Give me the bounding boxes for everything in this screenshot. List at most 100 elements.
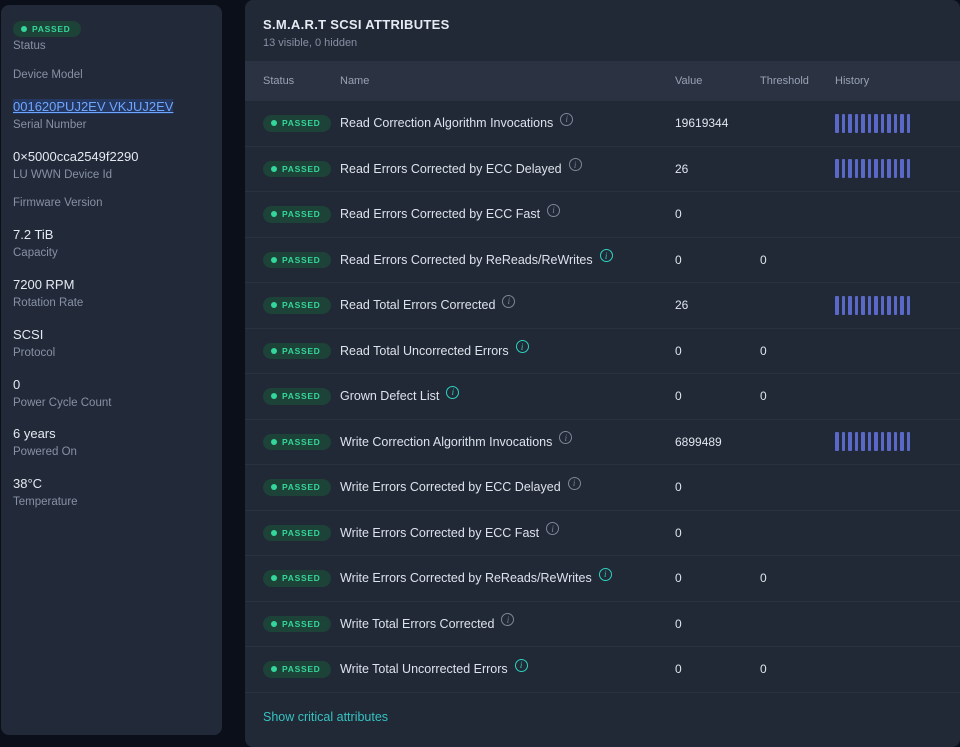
history-bar bbox=[854, 432, 858, 452]
sidebar-field-label: Temperature bbox=[13, 496, 78, 509]
history-bar bbox=[906, 295, 910, 315]
info-icon[interactable]: i bbox=[599, 249, 613, 263]
info-icon[interactable]: i bbox=[567, 476, 581, 490]
attribute-row-read-errors-corrected-by-ecc-fast[interactable]: PASSED Read Errors Corrected by ECC Fast i… bbox=[245, 192, 960, 238]
row-name-cell: Read Errors Corrected by ECC Fast i bbox=[340, 203, 675, 221]
attribute-row-write-errors-corrected-by-rereads-rewrites[interactable]: PASSED Write Errors Corrected by ReReads/… bbox=[245, 556, 960, 602]
info-icon[interactable]: i bbox=[546, 522, 560, 536]
status-dot-icon bbox=[271, 256, 277, 263]
status-badge-label: PASSED bbox=[282, 300, 321, 310]
attribute-row-read-errors-corrected-by-rereads-rewrites[interactable]: PASSED Read Errors Corrected by ReReads/R… bbox=[245, 238, 960, 283]
row-status-cell: PASSED bbox=[263, 160, 340, 177]
info-icon[interactable]: i bbox=[560, 112, 574, 126]
attribute-name: Write Correction Algorithm Invocations bbox=[340, 434, 553, 449]
attribute-name: Read Errors Corrected by ECC Delayed bbox=[340, 161, 562, 176]
sidebar-field-value: SCSI bbox=[13, 326, 44, 342]
info-icon[interactable]: i bbox=[502, 294, 516, 308]
attribute-name: Read Errors Corrected by ReReads/ReWrite… bbox=[340, 252, 593, 267]
info-icon[interactable]: i bbox=[568, 158, 582, 172]
row-status-cell: PASSED bbox=[263, 342, 340, 359]
sidebar-field-device-model: Device Model bbox=[13, 69, 210, 83]
attribute-value: 0 bbox=[675, 525, 682, 540]
status-badge-label: PASSED bbox=[282, 391, 321, 401]
history-bar bbox=[841, 295, 845, 315]
attribute-history-cell bbox=[835, 159, 942, 179]
history-bar bbox=[874, 432, 878, 452]
status-dot-icon bbox=[271, 575, 277, 582]
history-sparkline bbox=[835, 113, 910, 133]
history-bar bbox=[861, 432, 865, 452]
passed-status-badge: PASSED bbox=[263, 570, 331, 587]
attribute-value: 26 bbox=[675, 161, 689, 176]
attribute-row-read-total-errors-corrected[interactable]: PASSED Read Total Errors Corrected i 26 bbox=[245, 283, 960, 329]
attribute-name: Write Errors Corrected by ReReads/ReWrit… bbox=[340, 571, 592, 586]
sidebar-field-label: Capacity bbox=[13, 247, 58, 260]
row-name-cell: Write Errors Corrected by ECC Delayed i bbox=[340, 476, 675, 494]
show-critical-attributes-link[interactable]: Show critical attributes bbox=[263, 710, 388, 724]
row-status-cell: PASSED bbox=[263, 524, 340, 541]
status-dot-icon bbox=[271, 484, 277, 491]
attribute-value: 0 bbox=[675, 571, 682, 586]
sidebar-field-label: Firmware Version bbox=[13, 197, 103, 210]
row-name-cell: Write Total Uncorrected Errors i bbox=[340, 658, 675, 676]
info-icon[interactable]: i bbox=[515, 340, 529, 354]
info-icon[interactable]: i bbox=[446, 385, 460, 399]
history-bar bbox=[874, 159, 878, 179]
history-bar bbox=[841, 432, 845, 452]
attribute-row-read-correction-algorithm-invocations[interactable]: PASSED Read Correction Algorithm Invocati… bbox=[245, 101, 960, 147]
attribute-row-read-errors-corrected-by-ecc-delayed[interactable]: PASSED Read Errors Corrected by ECC Delay… bbox=[245, 147, 960, 192]
sidebar-field-value[interactable]: 001620PUJ2EV VKJUJ2EV bbox=[13, 98, 174, 114]
status-dot-icon bbox=[271, 347, 277, 354]
attribute-row-write-errors-corrected-by-ecc-fast[interactable]: PASSED Write Errors Corrected by ECC Fast… bbox=[245, 511, 960, 556]
device-details-sidebar: PASSED Status Device Model 001620PUJ2EV VKJ… bbox=[1, 5, 222, 735]
history-bar bbox=[861, 113, 865, 133]
row-name-cell: Write Correction Algorithm Invocations i bbox=[340, 431, 675, 449]
status-dot-icon bbox=[271, 393, 277, 400]
attribute-threshold: 0 bbox=[760, 343, 767, 358]
attributes-table-body: PASSED Read Correction Algorithm Invocati… bbox=[245, 101, 960, 693]
attribute-value: 0 bbox=[675, 480, 682, 495]
info-icon[interactable]: i bbox=[547, 203, 561, 217]
attribute-row-write-errors-corrected-by-ecc-delayed[interactable]: PASSED Write Errors Corrected by ECC Dela… bbox=[245, 465, 960, 511]
history-bar bbox=[906, 159, 910, 179]
history-bar bbox=[900, 295, 904, 315]
column-header-history: History bbox=[835, 75, 870, 87]
history-bar bbox=[854, 159, 858, 179]
column-header-status: Status bbox=[263, 75, 295, 87]
attribute-value: 19619344 bbox=[675, 116, 729, 131]
history-bar bbox=[835, 295, 839, 315]
status-badge-label: PASSED bbox=[282, 482, 321, 492]
info-icon[interactable]: i bbox=[501, 613, 515, 627]
attribute-history-cell bbox=[835, 113, 942, 133]
history-bar bbox=[874, 295, 878, 315]
card-header: S.M.A.R.T SCSI ATTRIBUTES 13 visible, 0 … bbox=[245, 0, 960, 61]
attribute-row-write-correction-algorithm-invocations[interactable]: PASSED Write Correction Algorithm Invocat… bbox=[245, 420, 960, 465]
attribute-name: Grown Defect List bbox=[340, 389, 440, 404]
history-bar bbox=[841, 113, 845, 133]
info-icon[interactable]: i bbox=[514, 658, 528, 672]
history-bar bbox=[887, 432, 891, 452]
attribute-threshold: 0 bbox=[760, 252, 767, 267]
history-bar bbox=[880, 159, 884, 179]
history-bar bbox=[893, 295, 897, 315]
attribute-history-cell bbox=[835, 295, 942, 315]
attribute-row-read-total-uncorrected-errors[interactable]: PASSED Read Total Uncorrected Errors i 0 0 bbox=[245, 329, 960, 374]
history-bar bbox=[867, 295, 871, 315]
status-dot-icon bbox=[271, 620, 277, 627]
sidebar-field-value: 7.2 TiB bbox=[13, 227, 54, 243]
attribute-row-grown-defect-list[interactable]: PASSED Grown Defect List i 0 0 bbox=[245, 374, 960, 420]
status-dot-icon bbox=[271, 302, 277, 309]
attribute-row-write-total-uncorrected-errors[interactable]: PASSED Write Total Uncorrected Errors i 0 0 bbox=[245, 647, 960, 693]
info-icon[interactable]: i bbox=[598, 567, 612, 581]
passed-status-badge: PASSED bbox=[263, 388, 331, 405]
row-name-cell: Read Total Uncorrected Errors i bbox=[340, 340, 675, 358]
passed-status-badge: PASSED bbox=[263, 115, 331, 132]
passed-status-badge: PASSED bbox=[263, 479, 331, 496]
history-sparkline bbox=[835, 432, 910, 452]
sidebar-field-lu-wwn-device-id: 0×5000cca2549f2290 LU WWN Device Id bbox=[13, 148, 210, 183]
status-badge-label: PASSED bbox=[282, 254, 321, 265]
history-bar bbox=[848, 432, 852, 452]
sidebar-field-temperature: 38°C Temperature bbox=[13, 475, 210, 510]
attribute-row-write-total-errors-corrected[interactable]: PASSED Write Total Errors Corrected i 0 bbox=[245, 602, 960, 647]
info-icon[interactable]: i bbox=[559, 431, 573, 445]
